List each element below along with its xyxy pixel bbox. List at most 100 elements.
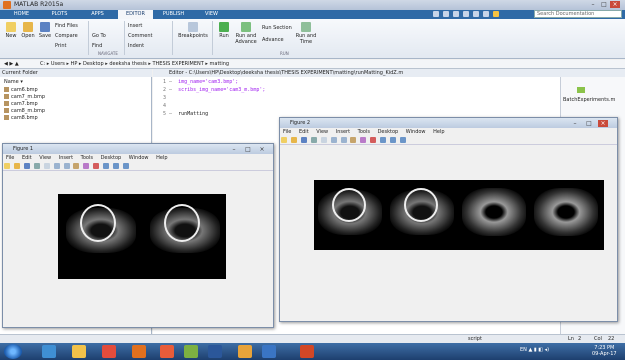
- menu-tools[interactable]: Tools: [81, 155, 93, 161]
- explorer-icon[interactable]: [72, 345, 86, 358]
- menu-edit[interactable]: Edit: [299, 129, 309, 135]
- list-item[interactable]: cam8.bmp: [4, 115, 38, 121]
- data-cursor-icon[interactable]: [370, 137, 377, 143]
- run-and-advance-button[interactable]: Run and Advance: [234, 22, 258, 45]
- tab-publish[interactable]: PUBLISH: [156, 10, 191, 19]
- maximize-button[interactable]: □: [584, 120, 594, 127]
- app-icon[interactable]: [262, 345, 276, 358]
- menu-view[interactable]: View: [316, 129, 328, 135]
- list-item[interactable]: cam8_m.bmp: [4, 108, 45, 114]
- code-line[interactable]: 3: [163, 95, 172, 101]
- column-header-name[interactable]: Name ▾: [4, 79, 23, 85]
- start-button-icon[interactable]: [4, 344, 22, 359]
- compare-button[interactable]: Compare: [55, 33, 78, 39]
- find-button[interactable]: Find: [92, 43, 102, 49]
- go-to-button[interactable]: Go To: [92, 33, 106, 39]
- breakpoints-button[interactable]: Breakpoints: [176, 22, 210, 39]
- legend-icon[interactable]: [113, 163, 120, 169]
- run-section-button[interactable]: Run Section: [262, 25, 292, 31]
- menu-edit[interactable]: Edit: [22, 155, 32, 161]
- rotate-icon[interactable]: [360, 137, 367, 143]
- tab-home[interactable]: HOME: [4, 10, 39, 19]
- new-button[interactable]: New: [3, 22, 19, 39]
- zoom-in-icon[interactable]: [53, 163, 60, 169]
- arrow-icon[interactable]: [320, 137, 327, 143]
- plot-tools-icon[interactable]: [400, 137, 407, 143]
- plot-tools-icon[interactable]: [123, 163, 130, 169]
- close-button[interactable]: ×: [610, 1, 620, 8]
- tab-plots[interactable]: PLOTS: [42, 10, 77, 19]
- chrome-icon[interactable]: [160, 345, 174, 358]
- list-item[interactable]: cam7.bmp: [4, 101, 38, 107]
- pan-icon[interactable]: [350, 137, 357, 143]
- powerpoint-icon[interactable]: [300, 345, 314, 358]
- list-item[interactable]: cam7_m.bmp: [4, 94, 45, 100]
- run-button[interactable]: Run: [216, 22, 232, 39]
- legend-icon[interactable]: [390, 137, 397, 143]
- code-line[interactable]: 2 – scribs_img_name='cam3_m.bmp';: [163, 87, 265, 93]
- maximize-button[interactable]: □: [599, 1, 609, 8]
- save-button[interactable]: Save: [37, 22, 53, 39]
- matlab-taskbar-icon[interactable]: [132, 345, 146, 358]
- media-player-icon[interactable]: [102, 345, 116, 358]
- copy-icon[interactable]: [452, 11, 459, 17]
- colorbar-icon[interactable]: [380, 137, 387, 143]
- menu-insert[interactable]: Insert: [336, 129, 350, 135]
- comment-button[interactable]: Comment: [128, 33, 153, 39]
- colorbar-icon[interactable]: [103, 163, 110, 169]
- open-icon[interactable]: [13, 163, 20, 169]
- cut-icon[interactable]: [442, 11, 449, 17]
- menu-insert[interactable]: Insert: [59, 155, 73, 161]
- maximize-button[interactable]: □: [243, 146, 253, 153]
- tab-apps[interactable]: APPS: [80, 10, 115, 19]
- app-icon[interactable]: [184, 345, 198, 358]
- list-item[interactable]: BatchExperiments.m: [563, 97, 615, 103]
- minimize-button[interactable]: –: [588, 1, 598, 8]
- tray-icons[interactable]: EN ▲ ▮ ◧ ◂): [520, 347, 549, 353]
- minimize-button[interactable]: –: [570, 120, 580, 127]
- current-path[interactable]: C: ▸ Users ▸ HP ▸ Desktop ▸ deeksha thes…: [40, 61, 229, 67]
- code-line[interactable]: 1 – img_name='cam3.bmp';: [163, 79, 238, 85]
- clock[interactable]: 7:23 PM 09-Apr-17: [592, 345, 617, 357]
- rotate-icon[interactable]: [83, 163, 90, 169]
- list-item[interactable]: cam6.bmp: [4, 87, 38, 93]
- close-button[interactable]: ×: [598, 120, 608, 127]
- ie-icon[interactable]: [42, 345, 56, 358]
- menu-tools[interactable]: Tools: [358, 129, 370, 135]
- save-icon[interactable]: [300, 137, 307, 143]
- data-cursor-icon[interactable]: [93, 163, 100, 169]
- code-line[interactable]: 5 – runMatting: [163, 111, 208, 117]
- new-figure-icon[interactable]: [4, 163, 10, 169]
- paste-icon[interactable]: [462, 11, 469, 17]
- minimize-button[interactable]: –: [229, 146, 239, 153]
- menu-view[interactable]: View: [39, 155, 51, 161]
- save-icon[interactable]: [23, 163, 30, 169]
- tab-view[interactable]: VIEW: [194, 10, 229, 19]
- new-figure-icon[interactable]: [281, 137, 287, 143]
- menu-help[interactable]: Help: [433, 129, 444, 135]
- back-forward-icon[interactable]: ◀ ▶ ▲: [4, 61, 19, 67]
- save-icon[interactable]: [433, 11, 439, 17]
- menu-desktop[interactable]: Desktop: [378, 129, 399, 135]
- print-button[interactable]: Print: [55, 43, 67, 49]
- matlab-icon[interactable]: [238, 345, 252, 358]
- menu-file[interactable]: File: [6, 155, 14, 161]
- insert-button[interactable]: Insert: [128, 23, 142, 29]
- zoom-out-icon[interactable]: [63, 163, 70, 169]
- open-icon[interactable]: [290, 137, 297, 143]
- word-icon[interactable]: [208, 345, 222, 358]
- close-button[interactable]: ×: [257, 146, 267, 153]
- indent-button[interactable]: Indent: [128, 43, 144, 49]
- menu-help[interactable]: Help: [156, 155, 167, 161]
- print-icon[interactable]: [310, 137, 317, 143]
- menu-window[interactable]: Window: [129, 155, 149, 161]
- search-documentation-input[interactable]: Search Documentation: [534, 10, 622, 18]
- menu-file[interactable]: File: [283, 129, 291, 135]
- arrow-icon[interactable]: [43, 163, 50, 169]
- redo-icon[interactable]: [482, 11, 489, 17]
- find-files-button[interactable]: Find Files: [55, 23, 78, 29]
- menu-desktop[interactable]: Desktop: [101, 155, 122, 161]
- menu-window[interactable]: Window: [406, 129, 426, 135]
- run-and-time-button[interactable]: Run and Time: [294, 22, 318, 45]
- zoom-out-icon[interactable]: [340, 137, 347, 143]
